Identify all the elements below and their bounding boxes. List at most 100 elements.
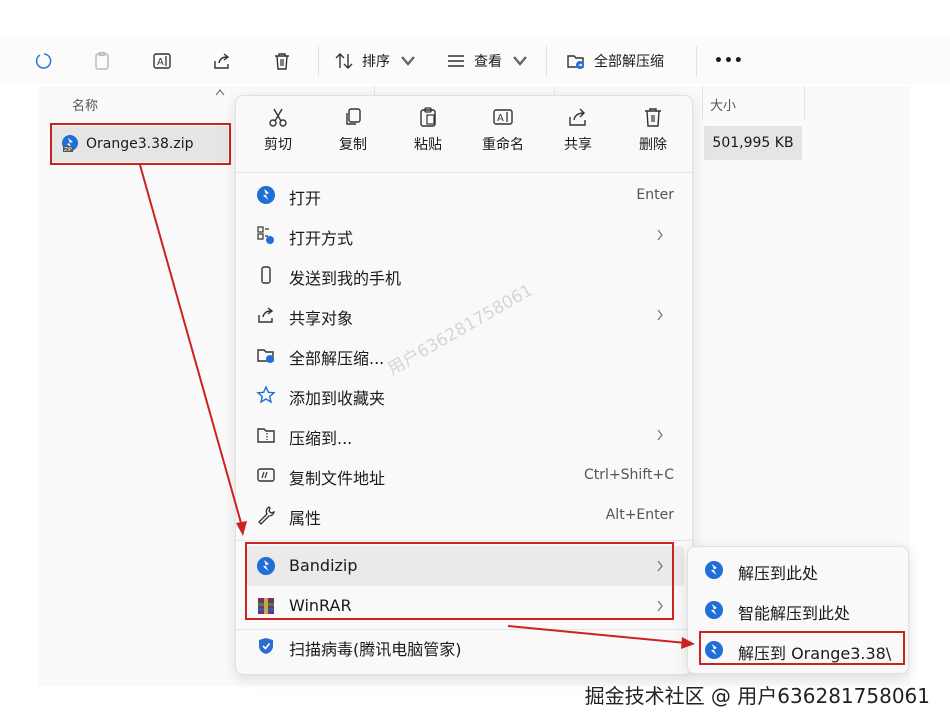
command-bar: A 排序 查看 全部解压缩 •••	[0, 38, 950, 84]
menu-item-label: 打开方式	[289, 229, 354, 248]
zip-folder-icon	[257, 428, 275, 443]
view-lines-icon	[448, 55, 464, 67]
quick-action-label: 剪切	[264, 137, 292, 153]
quick-actions-row: 剪切 复制 粘贴 A 重命名 共享 删除	[236, 96, 694, 170]
rename-button[interactable]: A	[152, 38, 172, 84]
menu-item-shortcut: Ctrl+Shift+C	[584, 467, 674, 483]
highlight-box-file	[50, 123, 231, 165]
copy-icon	[346, 108, 361, 125]
trash-icon	[275, 53, 289, 70]
menu-divider	[236, 172, 694, 173]
menu-item-label: 扫描病毒(腾讯电脑管家)	[289, 640, 462, 659]
menu-item-extract-all[interactable]: 全部解压缩...	[246, 335, 684, 375]
more-options-button[interactable]: •••	[714, 38, 744, 84]
bandizip-icon	[257, 186, 275, 204]
extract-all-button[interactable]: 全部解压缩	[566, 38, 664, 84]
quick-action-paste[interactable]: 粘贴	[398, 106, 458, 162]
menu-item-shortcut: Enter	[636, 187, 674, 203]
submenu-item-extract-here[interactable]: 解压到此处	[696, 551, 902, 589]
sort-button[interactable]: 排序	[334, 38, 418, 84]
quick-action-label: 重命名	[482, 137, 524, 153]
bandizip-icon	[705, 601, 723, 619]
chevron-right-icon	[657, 229, 663, 241]
menu-item-label: 复制文件地址	[289, 469, 386, 488]
menu-item-label: 发送到我的手机	[289, 269, 402, 288]
menu-divider	[236, 540, 694, 541]
svg-text:A: A	[497, 113, 504, 124]
paste-icon	[95, 51, 109, 70]
file-size-cell: 501,995 KB	[704, 126, 802, 160]
quick-action-share[interactable]: 共享	[548, 106, 608, 162]
menu-item-compress-to[interactable]: 压缩到...	[246, 415, 684, 455]
submenu-item-smart-extract-here[interactable]: 智能解压到此处	[696, 591, 902, 629]
share-icon	[258, 307, 274, 323]
quick-action-label: 删除	[639, 137, 667, 153]
chevron-down-icon	[513, 56, 527, 66]
toolbar-separator	[318, 46, 319, 76]
menu-item-label: 属性	[289, 509, 322, 528]
submenu-item-label: 智能解压到此处	[738, 604, 851, 623]
column-header-name[interactable]: 名称	[72, 95, 98, 114]
menu-item-shortcut: Alt+Enter	[605, 507, 674, 523]
menu-item-label: 添加到收藏夹	[289, 389, 386, 408]
refresh-button[interactable]	[34, 38, 54, 84]
sort-icon	[335, 53, 353, 69]
chevron-down-icon	[401, 56, 415, 66]
share-button[interactable]	[212, 38, 232, 84]
copy-path-icon	[257, 468, 275, 482]
quick-action-rename[interactable]: A 重命名	[473, 106, 533, 162]
chevron-right-icon	[657, 429, 663, 441]
menu-item-label: 打开	[289, 189, 322, 208]
chevron-right-icon	[657, 309, 663, 321]
delete-button[interactable]	[272, 38, 292, 84]
column-header-size[interactable]: 大小	[710, 95, 736, 114]
quick-action-cut[interactable]: 剪切	[248, 106, 308, 162]
menu-item-properties[interactable]: 属性 Alt+Enter	[246, 495, 684, 535]
paste-button[interactable]	[92, 38, 112, 84]
column-divider[interactable]	[804, 86, 805, 120]
share-icon	[214, 53, 230, 69]
extract-folder-icon	[567, 55, 584, 69]
quick-action-label: 共享	[564, 137, 592, 153]
shield-icon	[259, 638, 273, 654]
paste-icon	[420, 107, 436, 127]
view-button[interactable]: 查看	[446, 38, 530, 84]
view-label: 查看	[474, 54, 502, 70]
menu-item-send-to-phone[interactable]: 发送到我的手机	[246, 255, 684, 295]
extract-all-label: 全部解压缩	[594, 54, 664, 70]
sort-ascending-icon	[215, 89, 225, 96]
more-icon: •••	[714, 53, 744, 69]
menu-item-open[interactable]: 打开 Enter	[246, 175, 684, 215]
menu-item-label: 全部解压缩...	[289, 349, 385, 368]
footer-watermark: 掘金技术社区 @ 用户636281758061	[584, 684, 930, 708]
highlight-box-extract-to	[699, 631, 905, 665]
highlight-box-archive-tools	[245, 542, 674, 620]
rename-icon: A	[153, 53, 171, 69]
menu-item-open-with[interactable]: 打开方式	[246, 215, 684, 255]
toolbar-separator	[696, 46, 697, 76]
phone-icon	[261, 266, 271, 284]
toolbar-separator	[546, 46, 547, 76]
refresh-icon	[35, 53, 52, 69]
quick-action-copy[interactable]: 复制	[323, 106, 383, 162]
star-icon	[256, 385, 276, 404]
menu-item-add-favorites[interactable]: 添加到收藏夹	[246, 375, 684, 415]
quick-action-delete[interactable]: 删除	[623, 106, 683, 162]
svg-text:A: A	[157, 57, 164, 68]
bandizip-icon	[705, 561, 723, 579]
extract-folder-icon	[257, 349, 274, 363]
menu-item-virus-scan[interactable]: 扫描病毒(腾讯电脑管家)	[246, 626, 684, 666]
open-with-icon	[257, 226, 274, 244]
sort-label: 排序	[362, 54, 390, 70]
trash-icon	[645, 108, 661, 127]
menu-item-label: 共享对象	[289, 309, 354, 328]
rename-icon: A	[493, 109, 513, 125]
menu-item-label: 压缩到...	[289, 429, 353, 448]
share-icon	[569, 108, 586, 126]
menu-item-copy-path[interactable]: 复制文件地址 Ctrl+Shift+C	[246, 455, 684, 495]
wrench-icon	[258, 506, 275, 525]
column-divider[interactable]	[702, 86, 703, 120]
quick-action-label: 粘贴	[414, 137, 442, 153]
quick-action-label: 复制	[339, 137, 367, 153]
scissors-icon	[269, 108, 287, 127]
